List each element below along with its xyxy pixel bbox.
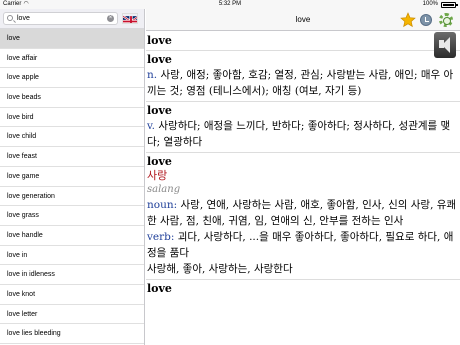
clock: 5:32 PM <box>218 1 242 7</box>
list-item[interactable]: love letter <box>0 305 144 325</box>
definition: verb: 괴다, 사랑하다, ...을 매우 좋아하다, 좋아하다, 필요로 … <box>147 229 457 261</box>
list-item[interactable]: love knot <box>0 285 144 305</box>
definition-text: 사랑, 애정; 좋아함, 호감; 열정, 관심; 사랑받는 사람, 애인; 매우… <box>147 69 454 97</box>
battery-icon <box>441 2 458 8</box>
nav-header: love <box>146 9 460 31</box>
status-bar: Carrier ◠ 5:32 PM 100% <box>0 0 460 9</box>
headword: love <box>147 53 172 66</box>
search-input[interactable] <box>17 13 107 24</box>
list-item[interactable]: love in <box>0 246 144 266</box>
list-item[interactable]: love beads <box>0 88 144 108</box>
search-bar: × <box>0 9 144 29</box>
related-phrases: 사랑해, 좋아, 사랑하는, 사랑한다 <box>147 263 293 275</box>
list-item[interactable]: love <box>0 29 144 49</box>
word-list: love love affair love apple love beads l… <box>0 29 144 344</box>
definition: n. 사랑, 애정; 좋아함, 호감; 열정, 관심; 사랑받는 사람, 애인;… <box>147 67 457 99</box>
entry-bottom: love <box>146 279 460 298</box>
list-item[interactable]: love affair <box>0 49 144 69</box>
part-of-speech: verb: <box>147 231 175 243</box>
entry-verb: love v. 사랑하다; 애정을 느끼다, 반하다; 좋아하다; 정사하다, … <box>146 101 460 152</box>
headword: love <box>147 34 172 47</box>
headword: love <box>147 155 172 168</box>
list-item[interactable]: love lies bleeding <box>0 324 144 344</box>
list-item[interactable]: love apple <box>0 68 144 89</box>
speaker-icon[interactable] <box>434 32 456 58</box>
headword: love <box>147 104 172 117</box>
battery-percent: 100% <box>422 1 438 7</box>
romanization: salang <box>147 184 181 195</box>
uk-flag-icon[interactable] <box>122 13 138 24</box>
list-item[interactable]: love game <box>0 167 144 187</box>
entry-top: love <box>146 32 460 50</box>
definition-text: 괴다, 사랑하다, ...을 매우 좋아하다, 좋아하다, 필요로 하다, 애정… <box>147 231 454 259</box>
clear-search-icon[interactable]: × <box>107 15 114 22</box>
search-box[interactable]: × <box>3 12 118 25</box>
list-item[interactable]: love child <box>0 127 144 148</box>
settings-icon[interactable] <box>439 13 453 27</box>
definition-text: 사랑, 연애, 사랑하는 사람, 애호, 좋아함, 인사, 신의 사랑, 유쾌한… <box>147 199 457 227</box>
definition-text: 사랑하다; 애정을 느끼다, 반하다; 좋아하다; 정사하다, 성관계를 맺다;… <box>147 120 451 148</box>
entry-korean: love 사랑 salang noun: 사랑, 연애, 사랑하는 사람, 애호… <box>146 152 460 279</box>
definition: v. 사랑하다; 애정을 느끼다, 반하다; 좋아하다; 정사하다, 성관계를 … <box>147 118 457 150</box>
definition: noun: 사랑, 연애, 사랑하는 사람, 애호, 좋아함, 인사, 신의 사… <box>147 197 457 229</box>
list-item[interactable]: love in idleness <box>0 265 144 285</box>
list-item[interactable]: love bird <box>0 108 144 128</box>
list-item[interactable]: love grass <box>0 206 144 226</box>
part-of-speech: v. <box>147 120 156 132</box>
search-icon <box>7 15 13 21</box>
history-icon[interactable] <box>420 14 432 26</box>
sidebar: × love love affair love apple love beads… <box>0 9 145 345</box>
list-item[interactable]: love generation <box>0 187 144 207</box>
korean-translation: 사랑 <box>147 169 168 182</box>
definition-view: love love n. 사랑, 애정; 좋아함, 호감; 열정, 관심; 사랑… <box>146 32 460 345</box>
list-item[interactable]: love handle <box>0 226 144 246</box>
list-item[interactable]: love feast <box>0 147 144 167</box>
star-icon[interactable] <box>400 12 416 28</box>
headword: love <box>147 282 172 295</box>
part-of-speech: n. <box>147 69 158 81</box>
entry-noun: love n. 사랑, 애정; 좋아함, 호감; 열정, 관심; 사랑받는 사람… <box>146 50 460 101</box>
part-of-speech: noun: <box>147 199 178 211</box>
